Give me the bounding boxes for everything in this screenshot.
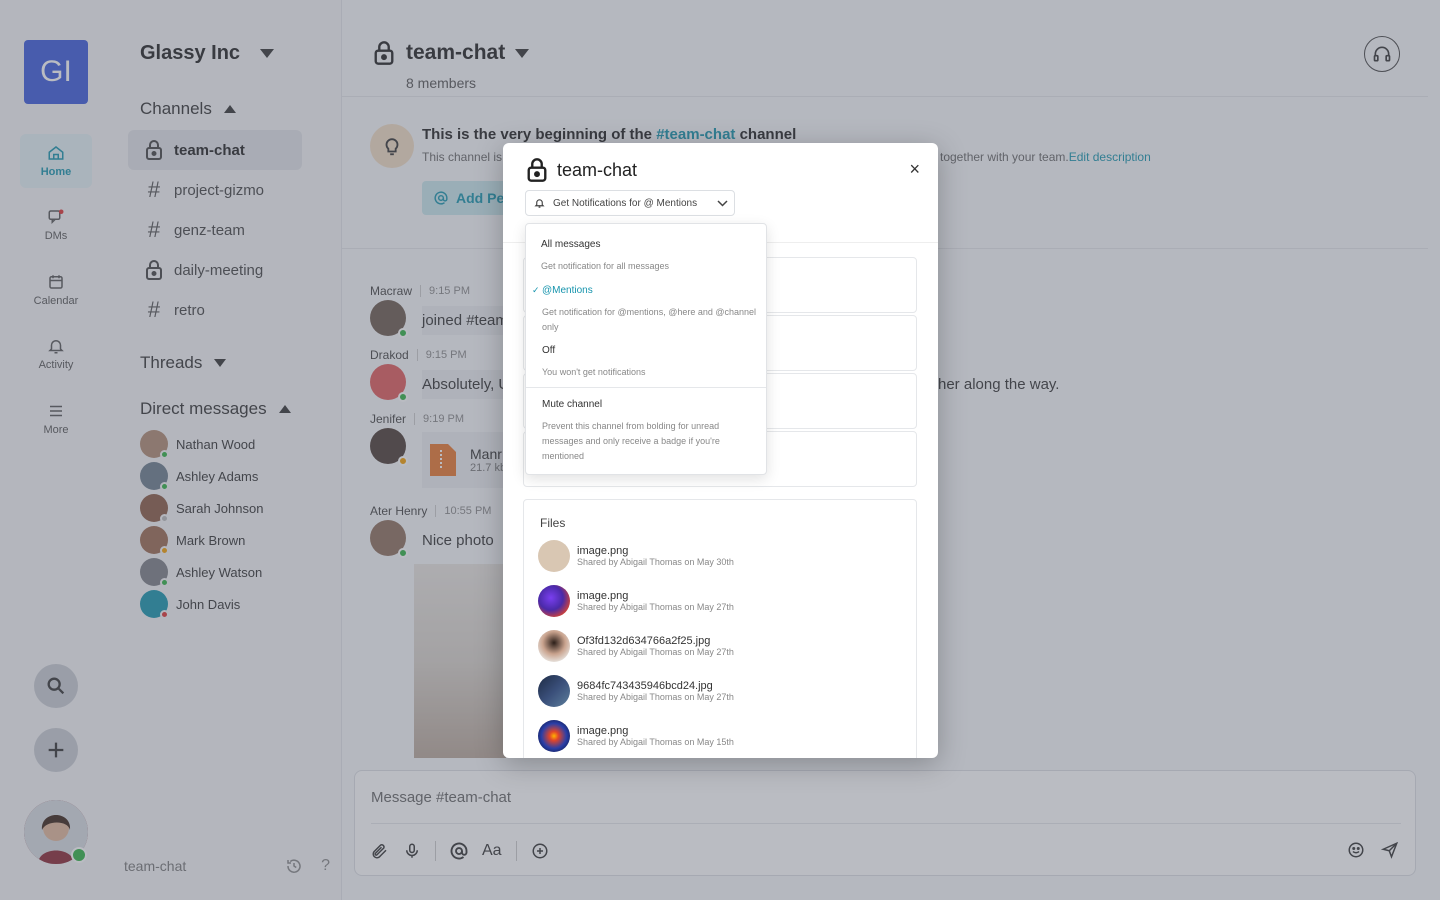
- file-meta: Shared by Abigail Thomas on May 27th: [577, 602, 734, 612]
- file-item[interactable]: image.png Shared by Abigail Thomas on May…: [538, 540, 734, 572]
- notification-settings-button[interactable]: Get Notifications for @ Mentions: [525, 190, 735, 216]
- notification-dropdown: All messages Get notification for all me…: [525, 223, 767, 475]
- file-meta: Shared by Abigail Thomas on May 15th: [577, 737, 734, 747]
- files-section: Files image.png Shared by Abigail Thomas …: [523, 499, 917, 758]
- file-name: Of3fd132d634766a2f25.jpg: [577, 635, 711, 647]
- file-thumbnail: [538, 675, 570, 707]
- option-description: You won't get notifications: [542, 367, 646, 377]
- file-item[interactable]: image.png Shared by Abigail Thomas on May…: [538, 720, 734, 752]
- notification-label: Get Notifications for @ Mentions: [553, 197, 698, 209]
- file-item[interactable]: 9684fc743435946bcd24.jpg Shared by Abigai…: [538, 675, 734, 707]
- close-icon[interactable]: ×: [909, 159, 920, 180]
- file-name: image.png: [577, 545, 629, 557]
- file-name: 9684fc743435946bcd24.jpg: [577, 680, 713, 692]
- notif-option-mentions[interactable]: ✓ @Mentions Get notification for @mentio…: [532, 285, 757, 335]
- option-title: Off: [542, 345, 556, 356]
- modal-title: team-chat: [525, 157, 637, 183]
- file-thumbnail: [538, 720, 570, 752]
- file-thumbnail: [538, 540, 570, 572]
- notif-option-off[interactable]: Off You won't get notifications: [542, 345, 757, 380]
- notif-option-mute[interactable]: Mute channel Prevent this channel from b…: [542, 399, 742, 464]
- file-meta: Shared by Abigail Thomas on May 30th: [577, 557, 734, 567]
- notif-option-all[interactable]: All messages Get notification for all me…: [541, 239, 756, 274]
- file-item[interactable]: Of3fd132d634766a2f25.jpg Shared by Abigai…: [538, 630, 734, 662]
- option-description: Get notification for @mentions, @here an…: [542, 307, 757, 332]
- files-title: Files: [540, 516, 566, 530]
- file-thumbnail: [538, 585, 570, 617]
- file-item[interactable]: image.png Shared by Abigail Thomas on May…: [538, 585, 734, 617]
- file-name: image.png: [577, 725, 629, 737]
- checkmark-icon: ✓: [532, 285, 540, 295]
- option-description: Prevent this channel from bolding for un…: [542, 421, 720, 461]
- file-thumbnail: [538, 630, 570, 662]
- option-title: @Mentions: [542, 285, 593, 296]
- file-meta: Shared by Abigail Thomas on May 27th: [577, 692, 734, 702]
- chevron-down-icon: [717, 199, 728, 207]
- bell-icon: [534, 199, 545, 208]
- modal-title-text: team-chat: [557, 159, 638, 180]
- option-title: All messages: [541, 239, 601, 250]
- option-title: Mute channel: [542, 399, 603, 410]
- lock-icon: [527, 158, 547, 182]
- option-description: Get notification for all messages: [541, 261, 670, 271]
- file-meta: Shared by Abigail Thomas on May 27th: [577, 647, 734, 657]
- file-name: image.png: [577, 590, 629, 602]
